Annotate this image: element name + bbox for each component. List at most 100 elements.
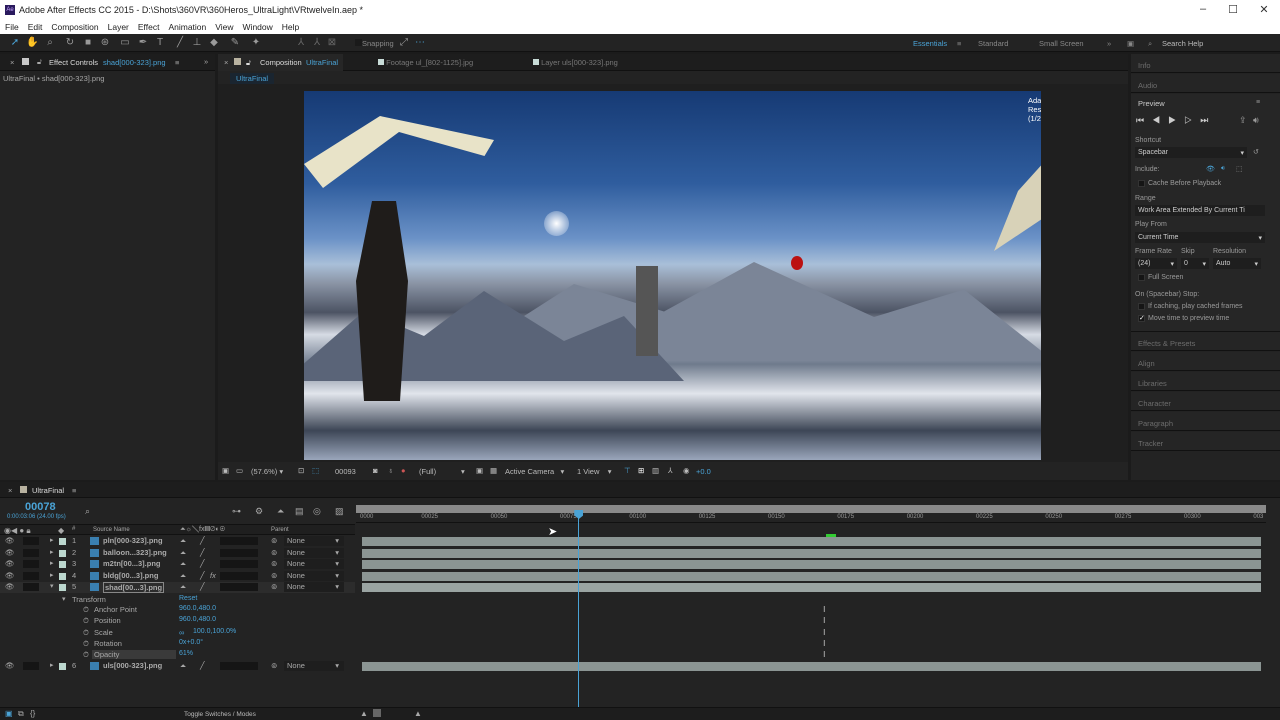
twirl-icon[interactable]: ▸ (50, 548, 54, 556)
always-preview-icon[interactable]: ▣ (222, 466, 229, 475)
view-layout-dropdown[interactable]: 1 View ▾ (577, 467, 612, 476)
selection-tool-icon[interactable]: ➚ (9, 37, 21, 49)
pick-whip-icon[interactable]: ⊚ (271, 582, 277, 591)
layer-duration-bar[interactable] (362, 662, 1261, 671)
camera-tool-icon[interactable]: ■ (82, 37, 94, 49)
exposure-reset-icon[interactable]: ◉ (683, 466, 690, 475)
paragraph-panel-header[interactable]: Paragraph (1131, 412, 1280, 431)
audio-icon[interactable]: 🔊︎ (1253, 115, 1259, 126)
camera-dropdown[interactable]: Active Camera ▾ (505, 467, 564, 476)
shy-layers-icon[interactable]: ⏶ (277, 506, 284, 517)
pick-whip-icon[interactable]: ⊚ (271, 536, 277, 545)
more-workspaces-icon[interactable]: » (1107, 39, 1111, 48)
show-snapshot-icon[interactable]: ♁ (388, 466, 394, 475)
keyframe-icon[interactable]: I (823, 616, 825, 625)
quality-switch-icon[interactable]: ╱ (200, 559, 205, 568)
parent-dropdown[interactable]: None ▾ (284, 547, 344, 558)
layer-name[interactable]: m2tn[00...3].png (103, 559, 161, 568)
resolution-dropdown[interactable]: Auto ▾ (1213, 258, 1261, 269)
transparency-grid-icon[interactable]: ▦ (490, 466, 497, 475)
zoom-tool-icon[interactable]: ⌕ (44, 37, 56, 49)
fx-switch-icon[interactable]: fx (210, 571, 216, 580)
reset-link[interactable]: Reset (179, 595, 197, 602)
title-safe-icon[interactable]: ⊡ (298, 466, 304, 475)
include-audio-icon[interactable]: 🔉︎ (1221, 165, 1225, 173)
shy-switch-icon[interactable]: ⏶ (180, 571, 186, 581)
pen-tool-icon[interactable]: ✒ (137, 37, 149, 49)
twirl-icon[interactable]: ▸ (50, 536, 54, 544)
tab-layer[interactable]: Layer uls[000-323].png (533, 58, 618, 67)
parent-dropdown[interactable]: None ▾ (284, 536, 344, 546)
label-color[interactable] (59, 663, 66, 670)
toggle-switches-modes-button[interactable]: Toggle Switches / Modes (184, 711, 256, 718)
solo-lock-switches[interactable] (23, 560, 39, 568)
layer-row[interactable]: 👁︎ ▸ 4 bldg[00...3].png ⏶ ╱ fx ⊚ None ▾ (0, 570, 355, 582)
label-color[interactable] (59, 538, 66, 545)
workspace-essentials[interactable]: Essentials (913, 39, 947, 48)
rotate-tool-icon[interactable]: ↻ (64, 37, 76, 49)
menu-window[interactable]: Window (243, 22, 273, 32)
visibility-eye-icon[interactable]: 👁︎ (5, 559, 15, 568)
snap-feather-icon[interactable]: ⋯ (414, 37, 426, 49)
close-tab-icon[interactable]: × (8, 486, 12, 495)
play-from-dropdown[interactable]: Current Time ▾ (1135, 232, 1265, 243)
keyframe-icon[interactable]: I (823, 650, 825, 659)
tab-footage[interactable]: Footage ul_[802-1125].jpg (378, 58, 473, 67)
rectangle-tool-icon[interactable]: ▭ (119, 37, 131, 49)
menu-help[interactable]: Help (282, 22, 299, 32)
switch-boxes[interactable] (220, 560, 258, 568)
in-out-icon[interactable]: {} (30, 709, 35, 718)
eraser-tool-icon[interactable]: ◆ (208, 37, 220, 49)
close-tab-icon[interactable]: × (10, 58, 14, 67)
layer-duration-bar[interactable] (362, 571, 1261, 581)
graph-editor-icon[interactable]: ▨ (335, 506, 344, 517)
timeline-icon[interactable]: ▥ (652, 466, 659, 475)
parent-dropdown[interactable]: None ▾ (284, 570, 344, 581)
skip-dropdown[interactable]: 0 ▾ (1181, 258, 1209, 269)
axis-local-icon[interactable]: ⅄ (295, 37, 307, 49)
layer-duration-bar[interactable] (362, 537, 1261, 546)
switch-boxes[interactable] (220, 537, 258, 545)
shy-switch-icon[interactable]: ⏶ (180, 582, 186, 592)
include-video-icon[interactable]: 👁︎ (1206, 165, 1215, 173)
workspace-menu-icon[interactable]: ≡ (957, 39, 961, 48)
pick-whip-icon[interactable]: ⊚ (271, 548, 277, 557)
keyframe-icon[interactable]: I (823, 605, 825, 614)
layer-name[interactable]: shad[00...3].png (103, 582, 165, 593)
if-caching-checkbox[interactable] (1138, 303, 1145, 310)
stopwatch-icon[interactable]: ⏱︎ (83, 605, 89, 615)
visibility-eye-icon[interactable]: 👁︎ (5, 582, 15, 591)
modes-icon[interactable]: ⧉ (18, 709, 24, 719)
shortcut-dropdown[interactable]: Spacebar ▾ (1135, 147, 1247, 158)
exposure-value[interactable]: +0.0 (696, 467, 711, 476)
next-frame-icon[interactable]: ▷ (1184, 115, 1200, 125)
search-help-input[interactable]: Search Help (1162, 39, 1203, 48)
keyframe-icon[interactable]: I (823, 639, 825, 648)
stopwatch-icon[interactable]: ⏱︎ (83, 639, 89, 649)
layer-duration-bar[interactable] (362, 583, 1261, 592)
timeline-comp-tab[interactable]: UltraFinal (32, 486, 64, 495)
zoom-slider-handle[interactable] (373, 709, 381, 717)
effects-presets-panel-header[interactable]: Effects & Presets (1131, 332, 1280, 351)
twirl-icon[interactable]: ▸ (50, 559, 54, 567)
motion-blur-icon[interactable]: ◎ (313, 506, 321, 517)
maximize-icon[interactable]: ☐ (1223, 3, 1243, 16)
visibility-eye-icon[interactable]: 👁︎ (5, 536, 15, 545)
layer-duration-bar[interactable] (362, 548, 1261, 558)
snapping-checkbox[interactable] (355, 39, 362, 46)
axis-world-icon[interactable]: ⅄ (311, 37, 323, 49)
layer-row[interactable]: 👁︎ ▸ 2 balloon...323].png ⏶ ╱ ⊚ None ▾ (0, 547, 355, 559)
character-panel-header[interactable]: Character (1131, 392, 1280, 411)
shy-switch-icon[interactable]: ⏶ (180, 548, 186, 558)
stopwatch-icon[interactable]: ⏱︎ (83, 616, 89, 626)
tab-composition[interactable]: × 🔓︎ Composition UltraFinal (218, 54, 343, 71)
last-frame-icon[interactable]: ⏭ (1200, 115, 1216, 125)
frame-rate-dropdown[interactable]: (24) ▾ (1135, 258, 1177, 269)
workspace-small-screen[interactable]: Small Screen (1039, 39, 1084, 48)
visibility-eye-icon[interactable]: 👁︎ (5, 548, 15, 557)
layer-duration-bar[interactable] (362, 560, 1261, 569)
property-value[interactable]: 0x+0.0° (179, 639, 203, 646)
prev-frame-icon[interactable]: ◀ (1152, 115, 1168, 125)
hand-tool-icon[interactable]: ✋ (26, 37, 38, 49)
constrain-proportions-icon[interactable]: ∞ (179, 628, 184, 637)
